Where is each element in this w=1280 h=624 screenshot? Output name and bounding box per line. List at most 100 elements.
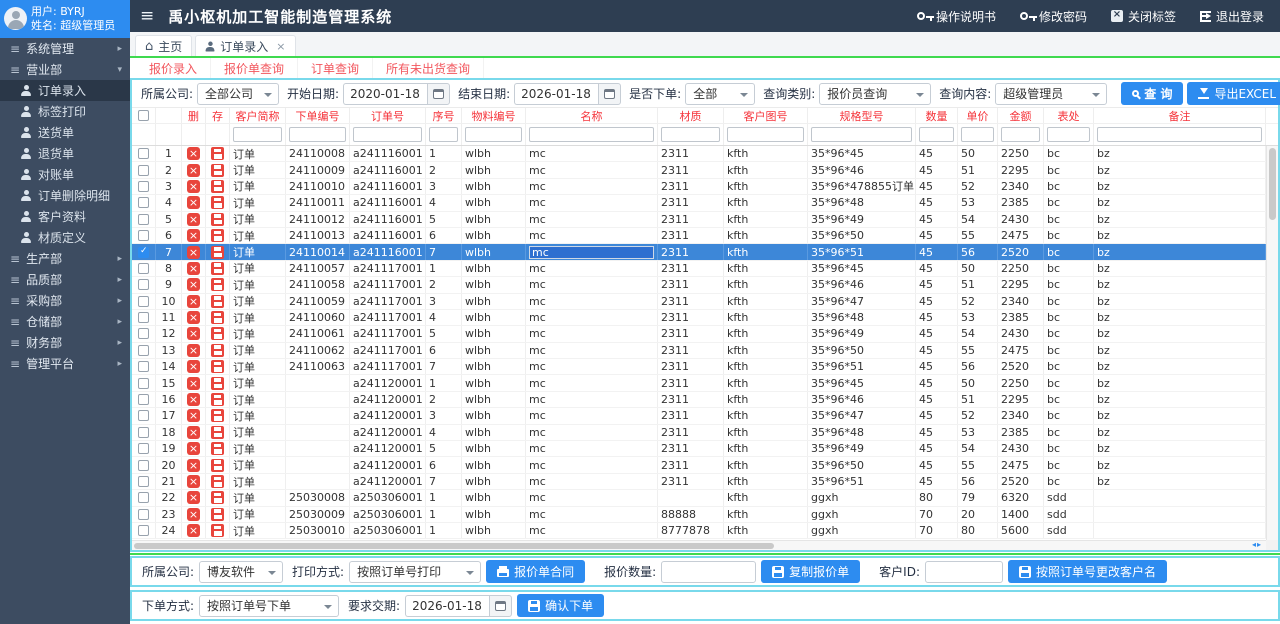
query-category-select[interactable]: 报价员查询 — [819, 83, 931, 105]
table-row[interactable]: 7订单24110014a2411160017wlbhmc2311kfth35*9… — [132, 244, 1266, 260]
row-checkbox[interactable] — [138, 427, 149, 438]
table-row[interactable]: 12订单24110061a2411170015wlbhmc2311kfth35*… — [132, 326, 1266, 342]
search-button[interactable]: 查 询 — [1121, 82, 1183, 105]
sidebar-item-production-dept[interactable]: ≡生产部▸ — [0, 248, 130, 269]
table-row[interactable]: 11订单24110060a2411170014wlbhmc2311kfth35*… — [132, 310, 1266, 326]
delete-row-icon[interactable] — [187, 442, 200, 455]
filter-order-no-input[interactable] — [289, 127, 346, 142]
delete-row-icon[interactable] — [187, 524, 200, 537]
tab-close-icon[interactable]: × — [276, 40, 285, 53]
delete-row-icon[interactable] — [187, 508, 200, 521]
table-row[interactable]: 10订单24110059a2411170013wlbhmc2311kfth35*… — [132, 294, 1266, 310]
sidebar-item-quality-dept[interactable]: ≡品质部▸ — [0, 269, 130, 290]
customer-id-input[interactable] — [925, 561, 1003, 583]
delete-row-icon[interactable] — [187, 360, 200, 373]
save-row-icon[interactable] — [211, 327, 224, 340]
row-checkbox[interactable] — [138, 296, 149, 307]
row-checkbox[interactable] — [138, 214, 149, 225]
table-row[interactable]: 22订单25030008a2503060011wlbhmckfthggxh807… — [132, 490, 1266, 506]
table-row[interactable]: 15订单a2411200011wlbhmc2311kfth35*96*45455… — [132, 375, 1266, 391]
company-select[interactable]: 全部公司 — [197, 83, 279, 105]
save-row-icon[interactable] — [211, 508, 224, 521]
save-row-icon[interactable] — [211, 524, 224, 537]
table-row[interactable]: 21订单a2411200017wlbhmc2311kfth35*96*51455… — [132, 474, 1266, 490]
row-checkbox[interactable] — [138, 492, 149, 503]
row-checkbox[interactable] — [138, 509, 149, 520]
delete-row-icon[interactable] — [187, 295, 200, 308]
table-row[interactable]: 17订单a2411200013wlbhmc2311kfth35*96*47455… — [132, 408, 1266, 424]
row-checkbox[interactable] — [138, 312, 149, 323]
table-row[interactable]: 23订单25030009a2503060011wlbhmc88888kfthgg… — [132, 507, 1266, 523]
delete-row-icon[interactable] — [187, 409, 200, 422]
table-row[interactable]: 1订单24110008a2411160011wlbhmc2311kfth35*9… — [132, 146, 1266, 162]
menu-toggle-icon[interactable]: ≡ — [140, 6, 154, 26]
subtab-all-undelivered-query[interactable]: 所有未出货查询 — [373, 58, 484, 78]
row-checkbox[interactable] — [138, 197, 149, 208]
delete-row-icon[interactable] — [187, 393, 200, 406]
delete-row-icon[interactable] — [187, 164, 200, 177]
delete-row-icon[interactable] — [187, 311, 200, 324]
table-row[interactable]: 20订单a2411200016wlbhmc2311kfth35*96*50455… — [132, 457, 1266, 473]
table-row[interactable]: 5订单24110012a2411160015wlbhmc2311kfth35*9… — [132, 212, 1266, 228]
row-checkbox[interactable] — [138, 263, 149, 274]
filter-amount-input[interactable] — [1001, 127, 1040, 142]
save-row-icon[interactable] — [211, 295, 224, 308]
filter-qty-input[interactable] — [919, 127, 954, 142]
row-checkbox[interactable] — [138, 345, 149, 356]
row-checkbox[interactable] — [138, 181, 149, 192]
save-row-icon[interactable] — [211, 360, 224, 373]
save-row-icon[interactable] — [211, 377, 224, 390]
table-row[interactable]: 14订单24110063a2411170017wlbhmc2311kfth35*… — [132, 359, 1266, 375]
table-row[interactable]: 13订单24110062a2411170016wlbhmc2311kfth35*… — [132, 343, 1266, 359]
save-row-icon[interactable] — [211, 459, 224, 472]
sidebar-item-purchasing-dept[interactable]: ≡采购部▸ — [0, 290, 130, 311]
row-checkbox[interactable] — [138, 410, 149, 421]
subtab-quote-entry[interactable]: 报价录入 — [136, 58, 211, 78]
delete-row-icon[interactable] — [187, 278, 200, 291]
save-row-icon[interactable] — [211, 426, 224, 439]
filter-remark-input[interactable] — [1097, 127, 1262, 142]
row-checkbox[interactable] — [138, 460, 149, 471]
filter-material-input[interactable] — [661, 127, 720, 142]
save-row-icon[interactable] — [211, 475, 224, 488]
filter-material-no-input[interactable] — [465, 127, 522, 142]
select-all-checkbox[interactable] — [138, 110, 149, 121]
delete-row-icon[interactable] — [187, 246, 200, 259]
table-row[interactable]: 18订单a2411200014wlbhmc2311kfth35*96*48455… — [132, 425, 1266, 441]
filter-bill-no-input[interactable] — [353, 127, 422, 142]
delete-row-icon[interactable] — [187, 196, 200, 209]
delete-row-icon[interactable] — [187, 475, 200, 488]
save-row-icon[interactable] — [211, 262, 224, 275]
rename-customer-button[interactable]: 按照订单号更改客户名 — [1008, 560, 1167, 583]
row-checkbox[interactable] — [138, 165, 149, 176]
table-row[interactable]: 24订单25030010a2503060011wlbhmc8777878kfth… — [132, 523, 1266, 539]
horizontal-scrollbar[interactable] — [132, 540, 1266, 550]
table-row[interactable]: 19订单a2411200015wlbhmc2311kfth35*96*49455… — [132, 441, 1266, 457]
save-row-icon[interactable] — [211, 229, 224, 242]
table-row[interactable]: 2订单24110009a2411160012wlbhmc2311kfth35*9… — [132, 162, 1266, 178]
print-company-select[interactable]: 博友软件 — [199, 561, 283, 583]
row-checkbox[interactable] — [138, 230, 149, 241]
table-row[interactable]: 6订单24110013a2411160016wlbhmc2311kfth35*9… — [132, 228, 1266, 244]
delete-row-icon[interactable] — [187, 229, 200, 242]
logout-button[interactable]: 退出登录 — [1200, 8, 1264, 25]
subtab-order-query[interactable]: 订单查询 — [298, 58, 373, 78]
save-row-icon[interactable] — [211, 246, 224, 259]
delete-row-icon[interactable] — [187, 262, 200, 275]
filter-customer-drawing-input[interactable] — [727, 127, 804, 142]
filter-name-input[interactable] — [529, 127, 654, 142]
row-checkbox[interactable] — [138, 148, 149, 159]
sidebar-item-return-note[interactable]: 退货单 — [0, 143, 130, 164]
row-checkbox[interactable] — [138, 378, 149, 389]
name-edit-input[interactable]: mc — [529, 246, 654, 259]
delete-row-icon[interactable] — [187, 213, 200, 226]
quote-contract-button[interactable]: 报价单合同 — [486, 560, 585, 583]
table-row[interactable]: 3订单24110010a2411160013wlbhmc2311kfth35*9… — [132, 179, 1266, 195]
table-row[interactable]: 16订单a2411200012wlbhmc2311kfth35*96*46455… — [132, 392, 1266, 408]
sidebar-item-system-mgmt[interactable]: ≡系统管理▸ — [0, 38, 130, 59]
delete-row-icon[interactable] — [187, 459, 200, 472]
end-date-calendar-button[interactable] — [598, 83, 621, 105]
table-row[interactable]: 8订单24110057a2411170011wlbhmc2311kfth35*9… — [132, 261, 1266, 277]
sidebar-item-warehouse-dept[interactable]: ≡仓储部▸ — [0, 311, 130, 332]
save-row-icon[interactable] — [211, 311, 224, 324]
